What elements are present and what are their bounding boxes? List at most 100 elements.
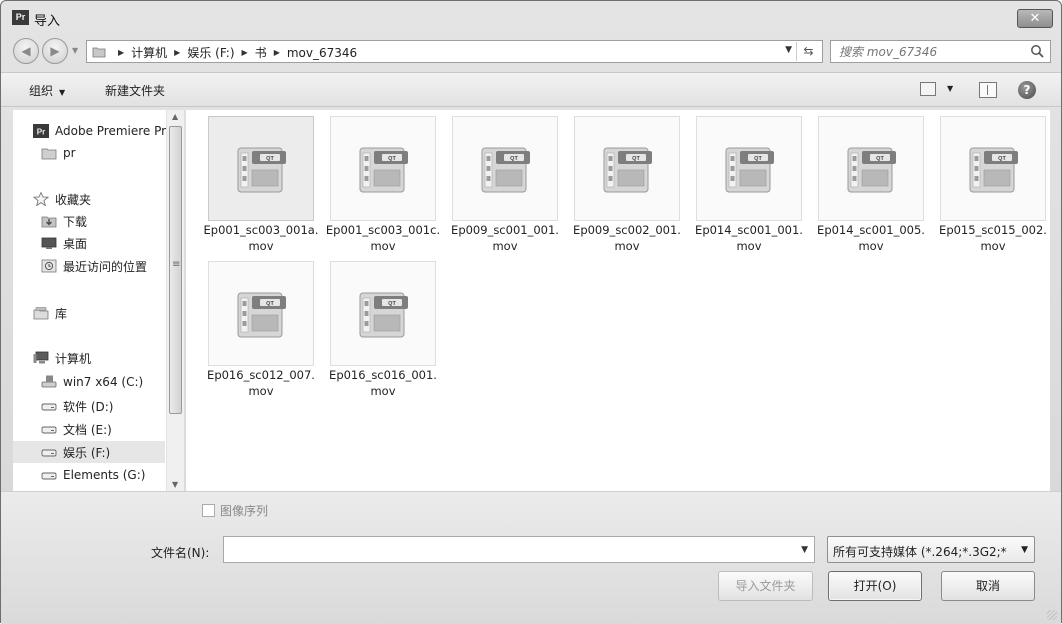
nav-item-3[interactable]: 下载 (13, 210, 165, 232)
breadcrumb-item-computer[interactable]: 计算机 (131, 44, 167, 61)
library-icon (33, 306, 49, 320)
open-button[interactable]: 打开(O) (828, 571, 922, 601)
recent-pages-dropdown-icon[interactable]: ▼ (72, 46, 82, 56)
file-tile[interactable]: QT Ep009_sc002_001.mov (568, 110, 684, 255)
back-arrow-icon: ◀ (21, 44, 31, 58)
dialog-footer: 图像序列 文件名(N): ▼ 所有可支持媒体 (*.264;*.3G2;* ▼ … (1, 491, 1061, 624)
folder-icon (92, 47, 106, 58)
file-thumbnail[interactable]: QT (330, 116, 436, 221)
chevron-down-icon: ▼ (59, 88, 66, 97)
qt-label: QT (510, 156, 518, 162)
breadcrumb-item-current[interactable]: mov_67346 (287, 46, 357, 60)
view-options-dropdown-icon[interactable]: ▼ (947, 84, 953, 93)
refresh-button[interactable]: ⇆ (796, 42, 820, 61)
svg-text:Pr: Pr (37, 128, 45, 137)
filename-combobox[interactable]: ▼ (223, 536, 815, 563)
nav-item-label: 娱乐 (F:) (63, 445, 111, 460)
file-tile[interactable]: QT Ep016_sc016_001.mov (324, 255, 440, 400)
close-button[interactable]: ✕ (1017, 9, 1053, 28)
preview-pane-icon[interactable] (979, 82, 997, 98)
qt-label: QT (754, 156, 762, 162)
cancel-button[interactable]: 取消 (941, 571, 1035, 601)
file-thumbnail[interactable]: QT (696, 116, 802, 221)
address-dropdown-icon[interactable]: ▼ (785, 45, 792, 55)
computer-icon (33, 351, 49, 365)
file-tile[interactable]: QT Ep014_sc001_005.mov (812, 110, 928, 255)
quicktime-movie-icon: QT (725, 147, 774, 193)
breadcrumb-separator-icon[interactable]: ▶ (242, 48, 248, 57)
nav-item-10[interactable]: 文档 (E:) (13, 418, 165, 440)
system-drive-icon (41, 375, 57, 389)
nav-item-label: Adobe Premiere Pr (55, 124, 167, 138)
search-input[interactable] (831, 41, 1021, 62)
file-thumbnail[interactable]: QT (574, 116, 680, 221)
resize-grip-icon[interactable] (1047, 610, 1057, 620)
nav-item-label: 收藏夹 (55, 192, 92, 207)
nav-item-12[interactable]: Elements (G:) (13, 464, 165, 486)
address-bar[interactable]: ▶ 计算机 ▶ 娱乐 (F:) ▶ 书 ▶ mov_67346 ▼ ⇆ (86, 40, 823, 63)
image-sequence-checkbox[interactable] (202, 504, 215, 517)
nav-item-7[interactable]: 计算机 (13, 347, 165, 369)
file-name: Ep014_sc001_001.mov (695, 223, 803, 253)
nav-item-label: 计算机 (55, 351, 92, 366)
file-thumbnail[interactable]: QT (330, 261, 436, 366)
nav-item-6[interactable]: 库 (13, 302, 165, 324)
recent-places-icon (41, 259, 57, 273)
quicktime-movie-icon: QT (237, 292, 286, 338)
organize-menu-button[interactable]: 组织 ▼ (29, 82, 65, 99)
file-tile[interactable]: QT Ep009_sc001_001.mov (446, 110, 562, 255)
file-tile[interactable]: QT Ep014_sc001_001.mov (690, 110, 806, 255)
star-icon (32, 191, 50, 207)
image-sequence-label[interactable]: 图像序列 (220, 502, 268, 519)
nav-item-9[interactable]: 软件 (D:) (13, 395, 165, 417)
file-thumbnail[interactable]: QT (818, 116, 924, 221)
forward-button[interactable]: ▶ (42, 38, 68, 64)
breadcrumb: ▶ 计算机 ▶ 娱乐 (F:) ▶ 书 ▶ mov_67346 (111, 44, 357, 61)
file-thumbnail[interactable]: QT (208, 116, 314, 221)
help-icon[interactable]: ? (1018, 81, 1036, 99)
nav-item-5[interactable]: 最近访问的位置 (13, 255, 165, 277)
nav-item-2[interactable]: 收藏夹 (13, 188, 165, 210)
download-folder-icon (41, 214, 57, 228)
chevron-down-icon: ▼ (1021, 545, 1028, 555)
navigation-pane[interactable]: Pr Adobe Premiere Pr pr 收藏夹下载 桌面 最近访问的位置库计算机 w… (13, 110, 185, 491)
breadcrumb-separator-icon[interactable]: ▶ (274, 48, 280, 57)
quicktime-movie-icon: QT (359, 147, 408, 193)
filename-input[interactable] (224, 537, 784, 562)
file-tile[interactable]: QT Ep015_sc015_002.mov (934, 110, 1050, 255)
file-tile[interactable]: QT Ep001_sc003_001c.mov (324, 110, 440, 255)
filename-dropdown-icon[interactable]: ▼ (801, 545, 808, 555)
back-button[interactable]: ◀ (13, 38, 39, 64)
file-tile[interactable]: QT Ep001_sc003_001a.mov (202, 110, 318, 255)
file-thumbnail[interactable]: QT (452, 116, 558, 221)
new-folder-button[interactable]: 新建文件夹 (105, 82, 165, 99)
file-name: Ep009_sc001_001.mov (451, 223, 559, 253)
quicktime-movie-icon: QT (969, 147, 1018, 193)
nav-item-1[interactable]: pr (13, 142, 165, 164)
breadcrumb-separator-icon[interactable]: ▶ (174, 48, 180, 57)
file-list-area[interactable]: QT Ep001_sc003_001a.mov QT Ep001_sc003_001c… (186, 110, 1050, 491)
title-bar[interactable]: Pr 导入 ✕ (1, 1, 1061, 33)
breadcrumb-item-book[interactable]: 书 (255, 44, 267, 61)
change-view-icon[interactable] (920, 82, 936, 96)
scroll-up-icon[interactable]: ▲ (172, 112, 178, 121)
file-tile[interactable]: QT Ep016_sc012_007.mov (202, 255, 318, 400)
search-icon[interactable] (1030, 44, 1044, 58)
quicktime-movie-icon: QT (603, 147, 652, 193)
file-thumbnail[interactable]: QT (208, 261, 314, 366)
scrollbar-thumb[interactable] (169, 126, 182, 414)
nav-item-11[interactable]: 娱乐 (F:) (13, 441, 165, 463)
breadcrumb-item-drive-f[interactable]: 娱乐 (F:) (187, 44, 234, 61)
qt-label: QT (388, 156, 396, 162)
file-thumbnail[interactable]: QT (940, 116, 1046, 221)
file-type-select[interactable]: 所有可支持媒体 (*.264;*.3G2;* ▼ (827, 536, 1035, 563)
nav-item-0[interactable]: Pr Adobe Premiere Pr (13, 120, 167, 142)
nav-item-8[interactable]: win7 x64 (C:) (13, 371, 165, 393)
search-box[interactable] (830, 40, 1051, 63)
qt-label: QT (998, 156, 1006, 162)
nav-item-4[interactable]: 桌面 (13, 232, 165, 254)
navigation-scrollbar[interactable]: ▲ ▼ (166, 110, 184, 491)
scroll-down-icon[interactable]: ▼ (172, 480, 178, 489)
import-folder-button[interactable]: 导入文件夹 (718, 571, 813, 601)
breadcrumb-separator-icon[interactable]: ▶ (118, 48, 124, 57)
